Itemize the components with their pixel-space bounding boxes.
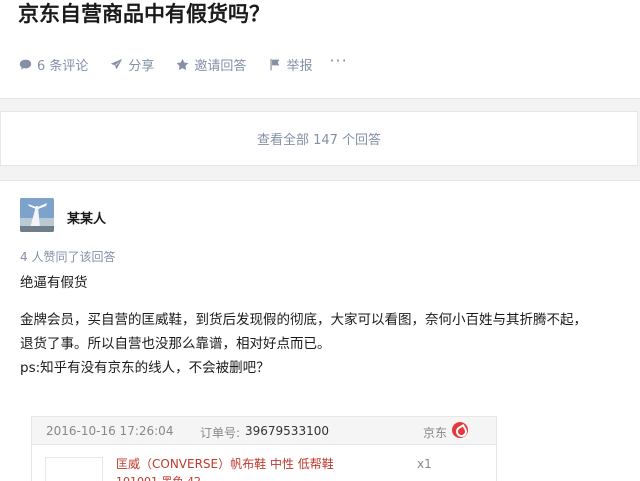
comment-bubble-icon [18, 57, 32, 71]
share-button[interactable]: 分享 [109, 55, 154, 74]
order-number: 39679533100 [245, 424, 329, 438]
share-label: 分享 [128, 58, 155, 74]
more-options-button[interactable]: ··· [329, 51, 347, 70]
question-title: 京东自营商品中有假货吗？ [18, 2, 270, 26]
order-screenshot-image[interactable]: 2016-10-16 17:26:04 订单号: 39679533100 京东 … [31, 416, 497, 481]
flag-icon [267, 57, 281, 71]
order-number-label: 订单号: [200, 426, 241, 440]
answer-paragraph: 绝逼有假货 [20, 275, 88, 291]
invite-answer-label: 邀请回答 [194, 58, 247, 74]
invite-answer-button[interactable]: 邀请回答 [175, 55, 246, 74]
order-date: 2016-10-16 17:26:04 [46, 424, 174, 438]
report-button[interactable]: 举报 [267, 55, 312, 74]
product-variant: 101001 黑色 42 [116, 473, 201, 481]
view-all-answers-label: 查看全部 147 个回答 [256, 133, 382, 148]
comments-label: 6 条评论 [37, 58, 89, 74]
product-name: 匡威（CONVERSE）帆布鞋 中性 低帮鞋 [116, 457, 334, 471]
answer-paragraph: 金牌会员，买自营的匡威鞋，到货后发现假的彻底，大家可以看图，奈何小百姓与其折腾不… [20, 312, 587, 328]
product-quantity: x1 [417, 457, 432, 471]
product-thumbnail [45, 457, 103, 481]
author-name[interactable]: 某某人 [67, 208, 106, 227]
avatar[interactable] [20, 198, 54, 232]
comments-button[interactable]: 6 条评论 [18, 55, 88, 74]
shop-name: 京东 [423, 426, 448, 440]
jd-logo-icon [452, 422, 468, 438]
order-header: 2016-10-16 17:26:04 订单号: 39679533100 京东 [32, 417, 496, 445]
vote-count[interactable]: 4 人赞同了该回答 [20, 248, 115, 265]
star-icon [175, 57, 189, 71]
paper-plane-icon [109, 57, 123, 71]
answer-paragraph: 退货了事。所以自营也没那么靠谱，相对好点而已。 [20, 336, 331, 352]
avatar-image [20, 198, 54, 232]
view-all-answers-button[interactable]: 查看全部 147 个回答 [0, 111, 638, 166]
question-action-bar: 6 条评论 分享 邀请回答 举报 ··· [18, 51, 348, 74]
report-label: 举报 [286, 58, 313, 74]
answer-paragraph: ps:知乎有没有京东的线人，不会被删吧？ [20, 360, 270, 376]
answer-card: 某某人 4 人赞同了该回答 绝逼有假货 金牌会员，买自营的匡威鞋，到货后发现假的… [0, 180, 640, 481]
question-header: 京东自营商品中有假货吗？ 6 条评论 分享 邀请回答 举报 ··· [0, 0, 640, 99]
